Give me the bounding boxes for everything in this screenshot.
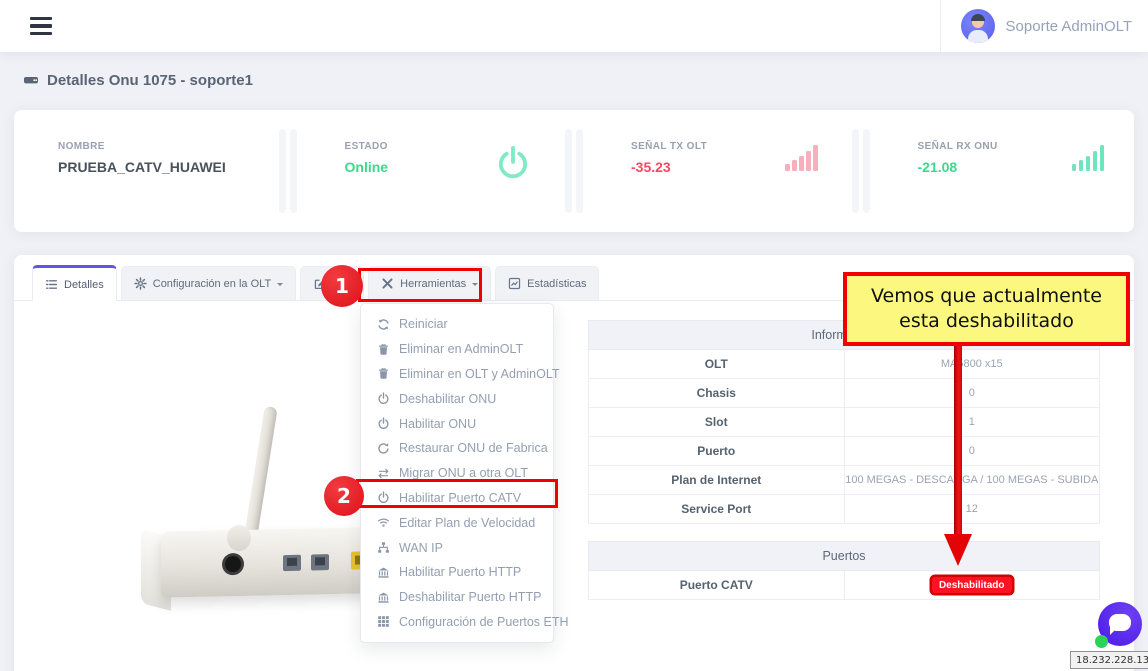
onu-status-card: NOMBRE PRUEBA_CATV_HUAWEI ESTADO Online …: [14, 110, 1134, 232]
ip-address-tooltip: 18.232.228.132: [1070, 651, 1148, 669]
stat-estado-label: ESTADO: [345, 141, 389, 152]
stat-nombre-label: NOMBRE: [58, 141, 226, 152]
chat-bubble-icon: [1109, 614, 1131, 631]
table-row: OLTMA5800 x15: [589, 350, 1100, 379]
menu-item-eliminar-olt-adminolt[interactable]: Eliminar en OLT y AdminOLT: [361, 362, 553, 387]
tab-configuracion-olt[interactable]: Configuración en la OLT: [121, 266, 296, 300]
page-title: Detalles Onu 1075 - soporte1: [47, 72, 253, 89]
tab-label: Configuración en la OLT: [153, 278, 271, 290]
stat-tx-value: -35.23: [631, 159, 707, 175]
divider: [561, 110, 587, 232]
table-row: Plan de Internet100 MEGAS - DESCARGA / 1…: [589, 466, 1100, 495]
annotation-step-1: 1: [321, 265, 363, 307]
tab-label: Detalles: [64, 279, 104, 291]
chevron-down-icon: [277, 283, 283, 289]
page-header: Detalles Onu 1075 - soporte1: [0, 52, 1148, 108]
stat-estado-value: Online: [345, 159, 389, 175]
menu-item-reiniciar[interactable]: Reiniciar: [361, 312, 553, 337]
annotation-arrow-head: [944, 534, 972, 566]
menu-item-deshabilitar-puerto-http[interactable]: Deshabilitar Puerto HTTP: [361, 585, 553, 610]
power-icon: [495, 145, 531, 186]
table-row: Puerto0: [589, 437, 1100, 466]
menu-item-deshabilitar-onu[interactable]: Deshabilitar ONU: [361, 386, 553, 411]
tab-detalles[interactable]: Detalles: [32, 265, 117, 301]
divider: [848, 110, 874, 232]
status-badge: Deshabilitado: [932, 577, 1012, 593]
stat-nombre-value: PRUEBA_CATV_HUAWEI: [58, 159, 226, 175]
stat-rx-label: SEÑAL RX ONU: [918, 141, 998, 152]
stat-tx-label: SEÑAL TX OLT: [631, 141, 707, 152]
tab-estadisticas[interactable]: Estadísticas: [495, 266, 599, 300]
info-table: Información OLTMA5800 x15 Chasis0 Slot1 …: [588, 320, 1100, 524]
trash-icon: [377, 343, 390, 356]
table-row: Slot1: [589, 408, 1100, 437]
annotation-arrow: [954, 345, 962, 536]
user-menu[interactable]: Soporte AdminOLT: [940, 0, 1132, 52]
stat-estado: ESTADO Online: [301, 110, 562, 232]
online-status-dot: [1095, 635, 1108, 648]
signal-bars-icon: [1072, 145, 1105, 171]
menu-item-habilitar-onu[interactable]: Habilitar ONU: [361, 411, 553, 436]
list-icon: [45, 278, 58, 291]
ports-table-title: Puertos: [589, 542, 1100, 571]
herramientas-dropdown-menu: Reiniciar Eliminar en AdminOLT Eliminar …: [360, 303, 554, 643]
stat-senal-rx: SEÑAL RX ONU -21.08: [874, 110, 1135, 232]
bank-icon: [377, 591, 390, 604]
tab-herramientas[interactable]: Herramientas: [368, 266, 491, 300]
stat-nombre: NOMBRE PRUEBA_CATV_HUAWEI: [14, 110, 275, 232]
user-name: Soporte AdminOLT: [1006, 18, 1132, 35]
bank-icon: [377, 566, 390, 579]
table-row: Service Port12: [589, 495, 1100, 524]
sitemap-icon: [377, 541, 390, 554]
detail-tables: Información OLTMA5800 x15 Chasis0 Slot1 …: [588, 320, 1100, 600]
stat-senal-tx: SEÑAL TX OLT -35.23: [587, 110, 848, 232]
wifi-icon: [377, 516, 390, 529]
table-row: Puerto CATV Deshabilitado: [589, 571, 1100, 600]
table-row: Chasis0: [589, 379, 1100, 408]
chart-icon: [508, 277, 521, 290]
menu-item-wan-ip[interactable]: WAN IP: [361, 535, 553, 560]
annotation-step-2: 2: [324, 476, 364, 516]
exchange-icon: [377, 467, 390, 480]
user-avatar: [961, 9, 995, 43]
menu-item-configuracion-puertos-eth[interactable]: Configuración de Puertos ETH: [361, 610, 553, 635]
tab-label: Herramientas: [400, 278, 466, 290]
menu-item-eliminar-adminolt[interactable]: Eliminar en AdminOLT: [361, 337, 553, 362]
hamburger-menu-icon[interactable]: [30, 17, 52, 36]
power-icon: [377, 417, 390, 430]
stat-rx-value: -21.08: [918, 159, 998, 175]
signal-bars-icon: [785, 145, 818, 171]
chevron-down-icon: [472, 283, 478, 289]
annotation-note: Vemos que actualmente esta deshabilitado: [843, 272, 1130, 346]
ports-table: Puertos Puerto CATV Deshabilitado: [588, 541, 1100, 600]
menu-item-editar-plan-velocidad[interactable]: Editar Plan de Velocidad: [361, 510, 553, 535]
adminolt-screen: Soporte AdminOLT Detalles Onu 1075 - sop…: [0, 0, 1148, 671]
power-icon: [377, 392, 390, 405]
trash-icon: [377, 367, 390, 380]
menu-item-habilitar-puerto-catv[interactable]: Habilitar Puerto CATV: [361, 486, 553, 511]
grid-icon: [377, 615, 390, 628]
tools-icon: [381, 277, 394, 290]
menu-item-restaurar-onu[interactable]: Restaurar ONU de Fabrica: [361, 436, 553, 461]
divider: [275, 110, 301, 232]
gear-icon: [134, 277, 147, 290]
redo-icon: [377, 442, 390, 455]
menu-item-migrar-onu[interactable]: Migrar ONU a otra OLT: [361, 461, 553, 486]
hdd-icon: [23, 72, 39, 88]
power-icon: [377, 491, 390, 504]
tab-label: Estadísticas: [527, 278, 586, 290]
sync-icon: [377, 318, 390, 331]
menu-item-habilitar-puerto-http[interactable]: Habilitar Puerto HTTP: [361, 560, 553, 585]
top-navbar: Soporte AdminOLT: [0, 0, 1148, 52]
